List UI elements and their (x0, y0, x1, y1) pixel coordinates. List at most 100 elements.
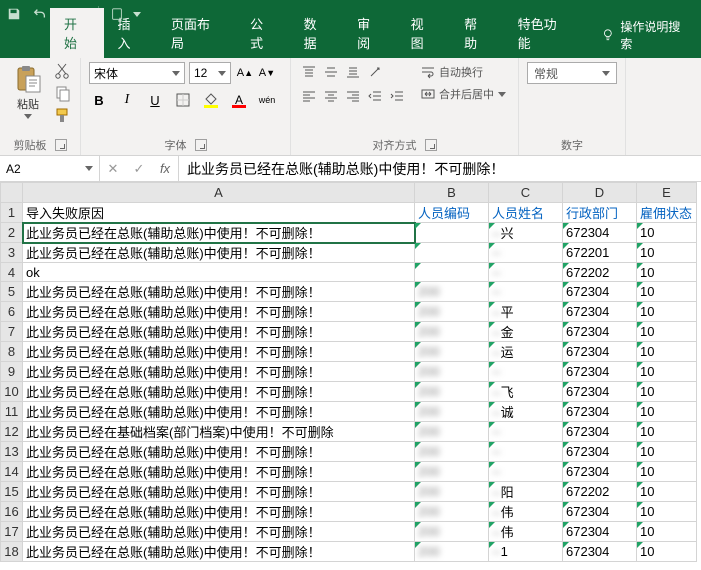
cell[interactable]: 10 (637, 542, 697, 562)
col-header-A[interactable]: A (23, 183, 415, 203)
tab-help[interactable]: 帮助 (450, 8, 504, 58)
row-header[interactable]: 6 (1, 302, 23, 322)
align-left-button[interactable] (299, 86, 319, 106)
name-box[interactable]: A2 (0, 156, 100, 181)
row-header[interactable]: 12 (1, 422, 23, 442)
cell[interactable]: 672304 (563, 282, 637, 302)
row-header[interactable]: 3 (1, 243, 23, 263)
cell[interactable]: 此业务员已经在总账(辅助总账)中使用！不可删除！ (23, 243, 415, 263)
cell[interactable]: 此业务员已经在总账(辅助总账)中使用！不可删除！ (23, 402, 415, 422)
cell[interactable]: 此业务员已经在总账(辅助总账)中使用！不可删除！ (23, 462, 415, 482)
row-header[interactable]: 13 (1, 442, 23, 462)
cell[interactable]: 672202 (563, 263, 637, 282)
font-color-button[interactable]: A (229, 90, 249, 110)
cell[interactable]: 672304 (563, 462, 637, 482)
cell[interactable]: --运 (489, 342, 563, 362)
cell[interactable]: 672304 (563, 502, 637, 522)
row-header[interactable]: 8 (1, 342, 23, 362)
font-launcher-icon[interactable] (195, 139, 207, 151)
cell[interactable]: 人员编码 (415, 203, 489, 223)
cell[interactable]: 此业务员已经在总账(辅助总账)中使用！不可删除！ (23, 522, 415, 542)
cell[interactable]: 672304 (563, 422, 637, 442)
row-header[interactable]: 16 (1, 502, 23, 522)
cancel-formula-button[interactable]: ✕ (100, 161, 126, 177)
row-header[interactable]: 7 (1, 322, 23, 342)
cell[interactable] (415, 223, 489, 243)
tell-me-search[interactable]: 操作说明搜索 (591, 12, 701, 58)
grow-font-button[interactable]: A▲ (235, 63, 255, 83)
cell[interactable]: 200 (415, 302, 489, 322)
row-header[interactable]: 11 (1, 402, 23, 422)
cell[interactable]: 200 (415, 422, 489, 442)
cell[interactable] (415, 243, 489, 263)
undo-icon[interactable] (30, 4, 50, 24)
row-header[interactable]: 9 (1, 362, 23, 382)
cell[interactable]: --阳 (489, 482, 563, 502)
cell[interactable]: --金 (489, 322, 563, 342)
cell[interactable]: 672304 (563, 522, 637, 542)
cell[interactable]: 672304 (563, 223, 637, 243)
cell[interactable]: --伟 (489, 522, 563, 542)
align-launcher-icon[interactable] (425, 139, 437, 151)
cell[interactable]: -- (489, 282, 563, 302)
cell[interactable]: 10 (637, 243, 697, 263)
cell[interactable]: 672201 (563, 243, 637, 263)
clipboard-launcher-icon[interactable] (55, 139, 67, 151)
cell[interactable]: 此业务员已经在总账(辅助总账)中使用！不可删除！ (23, 442, 415, 462)
tab-review[interactable]: 审阅 (343, 8, 397, 58)
align-right-button[interactable] (343, 86, 363, 106)
col-header-E[interactable]: E (637, 183, 697, 203)
cell[interactable]: 10 (637, 342, 697, 362)
row-header[interactable]: 15 (1, 482, 23, 502)
cell[interactable]: 此业务员已经在基础档案(部门档案)中使用！不可删除 (23, 422, 415, 442)
bold-button[interactable]: B (89, 90, 109, 110)
col-header-B[interactable]: B (415, 183, 489, 203)
align-center-button[interactable] (321, 86, 341, 106)
cell[interactable]: 此业务员已经在总账(辅助总账)中使用！不可删除！ (23, 342, 415, 362)
select-all-corner[interactable] (1, 183, 23, 203)
cell[interactable]: --诚 (489, 402, 563, 422)
align-top-button[interactable] (299, 62, 319, 82)
formula-input[interactable]: 此业务员已经在总账(辅助总账)中使用！不可删除！ (179, 156, 701, 181)
cell[interactable]: 200 (415, 382, 489, 402)
cell[interactable]: 672304 (563, 402, 637, 422)
row-header[interactable]: 17 (1, 522, 23, 542)
cell[interactable]: -- (489, 442, 563, 462)
cell[interactable]: 10 (637, 382, 697, 402)
cell[interactable]: 672304 (563, 382, 637, 402)
cell[interactable]: 200 (415, 502, 489, 522)
spreadsheet-grid[interactable]: A B C D E 1 导入失败原因 人员编码 人员姓名 行政部门 雇佣状态2 … (0, 182, 701, 570)
tab-formula[interactable]: 公式 (236, 8, 290, 58)
cell[interactable]: 200 (415, 542, 489, 562)
tab-data[interactable]: 数据 (290, 8, 344, 58)
cell[interactable]: 此业务员已经在总账(辅助总账)中使用！不可删除！ (23, 322, 415, 342)
save-icon[interactable] (4, 4, 24, 24)
cell[interactable]: -- (489, 362, 563, 382)
tab-home[interactable]: 开始 (50, 8, 104, 58)
underline-button[interactable]: U (145, 90, 165, 110)
accept-formula-button[interactable]: ✓ (126, 161, 152, 177)
cell[interactable]: 200 (415, 482, 489, 502)
row-header[interactable]: 14 (1, 462, 23, 482)
cell[interactable]: 672304 (563, 442, 637, 462)
cell[interactable]: 10 (637, 362, 697, 382)
cell[interactable]: 10 (637, 522, 697, 542)
cell[interactable]: 此业务员已经在总账(辅助总账)中使用！不可删除！ (23, 482, 415, 502)
cell[interactable]: 此业务员已经在总账(辅助总账)中使用！不可删除！ (23, 382, 415, 402)
paste-button[interactable]: 粘贴 (8, 62, 48, 124)
cell[interactable]: 200 (415, 282, 489, 302)
cell[interactable]: 此业务员已经在总账(辅助总账)中使用！不可删除！ (23, 542, 415, 562)
wrap-text-button[interactable]: 自动换行 (417, 62, 510, 82)
fx-icon[interactable]: fx (152, 161, 178, 176)
cell[interactable]: 10 (637, 442, 697, 462)
decrease-indent-button[interactable] (365, 86, 385, 106)
cell[interactable]: ok (23, 263, 415, 282)
row-header[interactable]: 1 (1, 203, 23, 223)
cell[interactable]: 此业务员已经在总账(辅助总账)中使用！不可删除！ (23, 282, 415, 302)
cell[interactable]: 10 (637, 263, 697, 282)
row-header[interactable]: 4 (1, 263, 23, 282)
align-bottom-button[interactable] (343, 62, 363, 82)
cell[interactable] (415, 263, 489, 282)
cell[interactable]: 200 (415, 442, 489, 462)
cell[interactable]: 此业务员已经在总账(辅助总账)中使用！不可删除！ (23, 302, 415, 322)
